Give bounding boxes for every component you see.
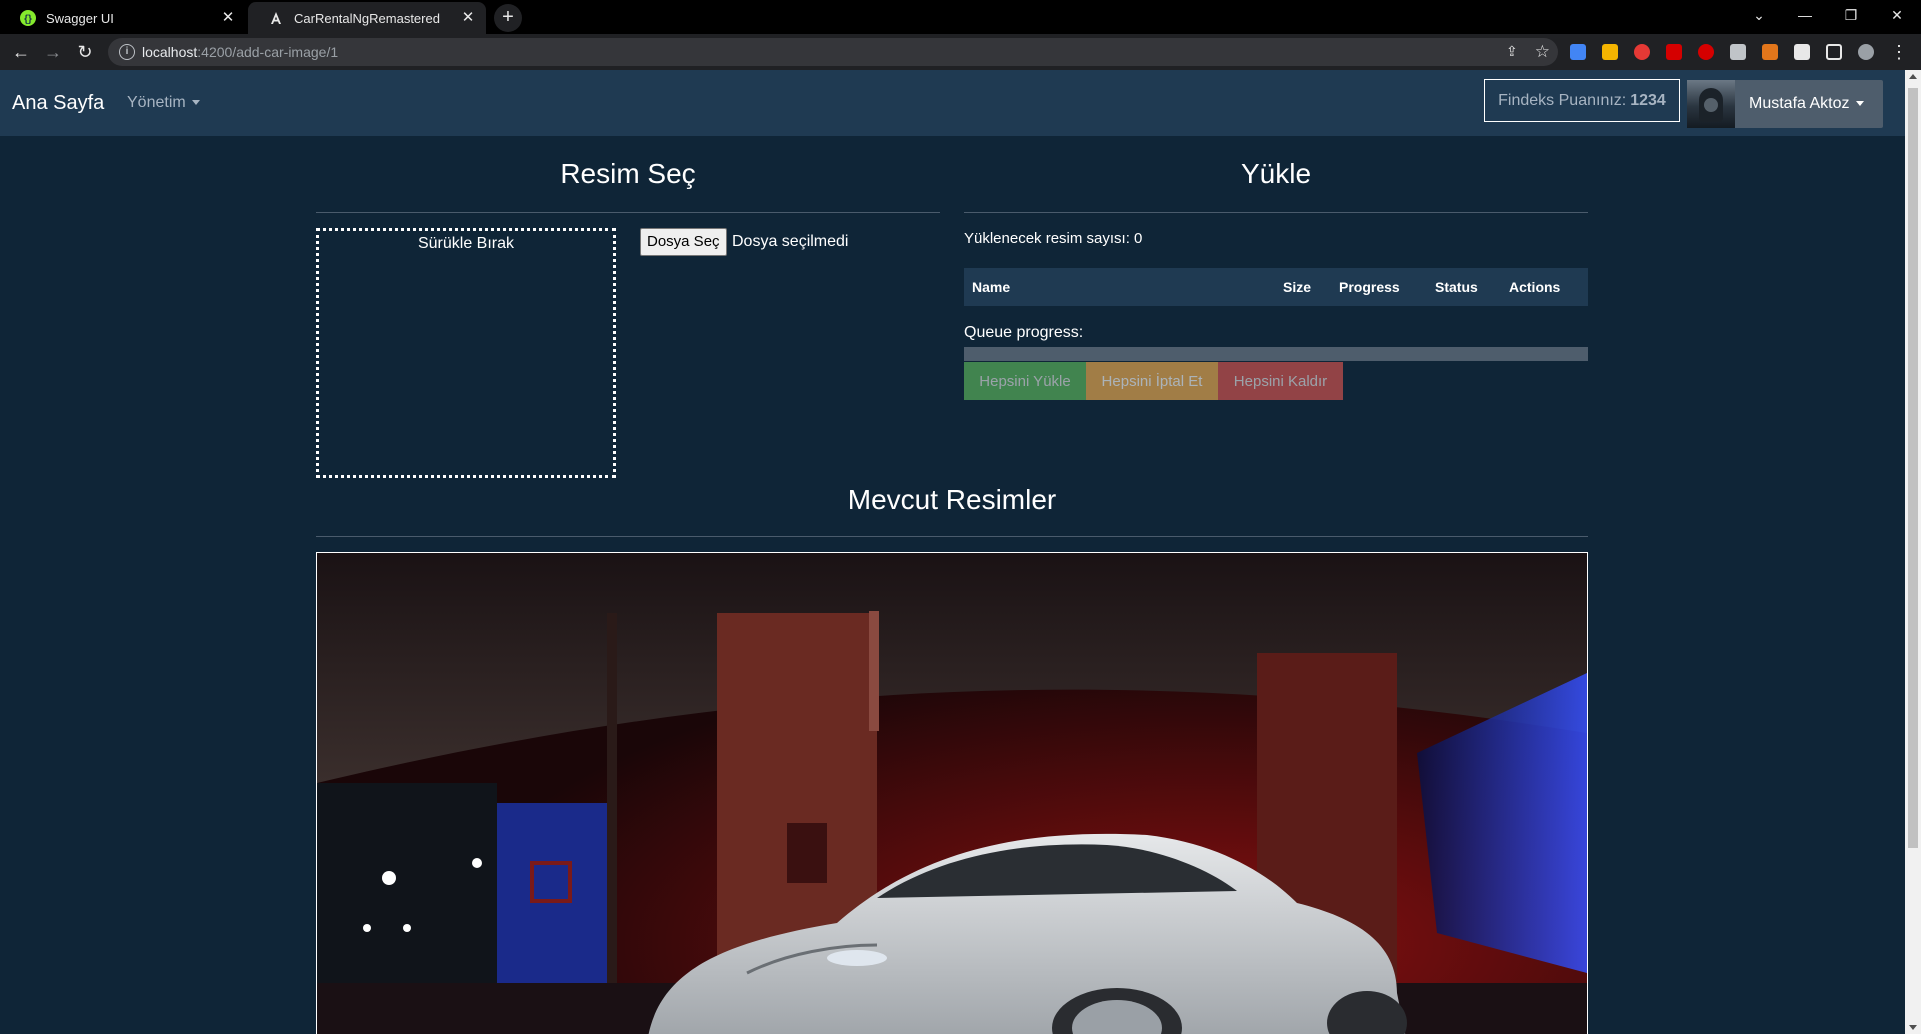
translate-extension-icon[interactable] [1570,44,1586,60]
column-header-progress: Progress [1339,279,1400,295]
cancel-all-button[interactable]: Hepsini İptal Et [1086,362,1218,400]
existing-images-title: Mevcut Resimler [847,484,1057,515]
column-header-size: Size [1283,279,1312,295]
user-menu-button[interactable]: Mustafa Aktoz [1687,80,1883,128]
column-header-name: Name [972,279,1011,295]
choose-file-button[interactable]: Dosya Seç [640,228,727,256]
menu-kebab-icon[interactable]: ⋮ [1890,40,1908,64]
tab-carrental[interactable]: CarRentalNgRemastered ✕ [248,2,486,34]
close-window-button[interactable]: ✕ [1874,0,1920,30]
browser-tabstrip: {} Swagger UI ✕ CarRentalNgRemastered ✕ … [0,0,1921,34]
extensions-puzzle-icon[interactable] [1794,44,1810,60]
close-tab-icon[interactable]: ✕ [220,10,236,26]
column-header-status: Status [1435,279,1478,295]
metamask-extension-icon[interactable] [1762,44,1778,60]
scrollbar-thumb[interactable] [1908,88,1918,848]
url-text: localhost:4200/add-car-image/1 [142,44,339,60]
divider [316,212,940,213]
upload-title: Yükle [1240,158,1312,189]
upload-all-button[interactable]: Hepsini Yükle [964,362,1086,400]
avatar [1687,80,1735,128]
select-image-title: Resim Seç [560,158,696,189]
top-navbar: Ana Sayfa Yönetim Findeks Puanınız: 1234 … [0,70,1905,136]
tab-swagger-ui[interactable]: {} Swagger UI ✕ [0,2,246,34]
remove-all-button[interactable]: Hepsini Kaldır [1218,362,1343,400]
divider [964,212,1588,213]
forward-icon[interactable]: → [41,40,65,64]
queue-progress-bar [964,347,1588,361]
notes-extension-icon[interactable] [1602,44,1618,60]
divider [316,536,1588,537]
user-name: Mustafa Aktoz [1749,95,1864,113]
page-scrollbar[interactable] [1905,70,1921,1034]
minimize-button[interactable]: — [1782,0,1828,30]
back-icon[interactable]: ← [9,40,33,64]
site-info-icon[interactable]: i [119,44,135,60]
bookmark-star-icon[interactable]: ☆ [1535,42,1550,62]
drop-zone-label: Sürükle Bırak [417,235,515,252]
car-photo-illustration [317,553,1587,1034]
file-status-text: Dosya seçilmedi [732,233,849,250]
reload-icon[interactable]: ↻ [73,40,97,64]
upload-count-text: Yüklenecek resim sayısı: 0 [964,230,1143,247]
brand-link[interactable]: Ana Sayfa [12,92,104,115]
close-tab-icon[interactable]: ✕ [460,10,476,26]
car-image[interactable] [316,552,1588,1034]
angular-icon [268,10,284,26]
caret-down-icon [1855,101,1864,107]
camera-extension-icon[interactable] [1730,44,1746,60]
address-bar[interactable]: i localhost:4200/add-car-image/1 ⇪ ☆ [108,38,1558,66]
findeks-score: Findeks Puanınız: 1234 [1484,79,1680,122]
scroll-up-icon[interactable] [1909,74,1917,79]
adblock-extension-icon[interactable] [1634,44,1650,60]
scroll-down-icon[interactable] [1909,1025,1917,1030]
restore-button[interactable]: ❐ [1828,0,1874,30]
page-content: Ana Sayfa Yönetim Findeks Puanınız: 1234 … [0,70,1905,1034]
lock-extension-icon[interactable] [1666,44,1682,60]
stop-extension-icon[interactable] [1698,44,1714,60]
admin-dropdown[interactable]: Yönetim [127,94,200,112]
tab-title: Swagger UI [46,10,114,26]
drop-zone[interactable]: Sürükle Bırak [316,228,616,478]
column-header-actions: Actions [1509,279,1561,295]
tab-title: CarRentalNgRemastered [294,10,440,26]
queue-progress-label: Queue progress: [964,324,1084,341]
caret-down-icon [191,100,200,106]
new-tab-button[interactable]: + [494,4,522,32]
profile-icon[interactable] [1858,44,1874,60]
side-panel-icon[interactable] [1826,44,1842,60]
upload-queue-table-header: Name Size Progress Status Actions [964,268,1588,306]
svg-text:{}: {} [24,14,32,25]
swagger-icon: {} [20,10,36,26]
browser-toolbar: ← → ↻ i localhost:4200/add-car-image/1 ⇪… [0,34,1921,70]
tab-search-icon[interactable]: ⌄ [1736,0,1782,30]
share-icon[interactable]: ⇪ [1506,43,1522,59]
